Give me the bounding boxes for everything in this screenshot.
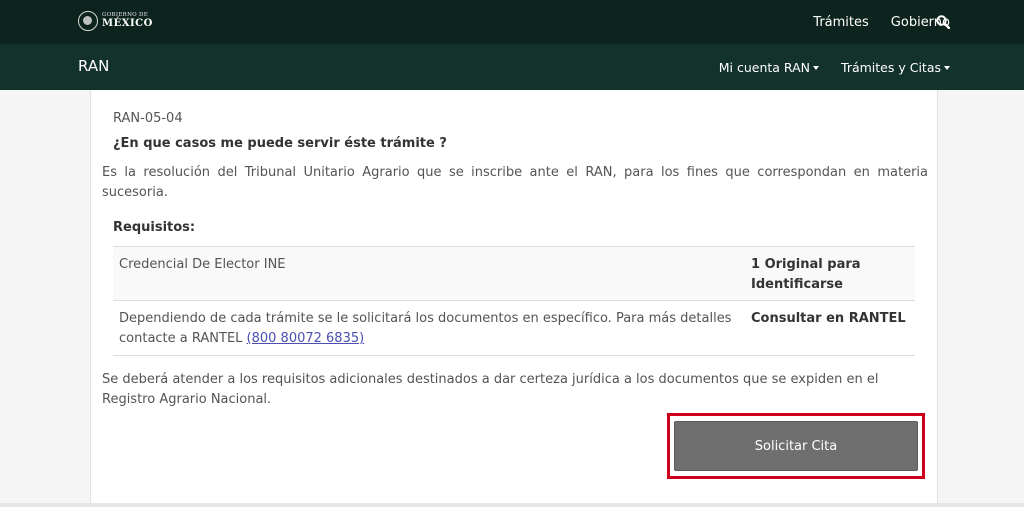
procedure-description: Es la resolución del Tribunal Unitario A… <box>102 165 928 200</box>
ran-nav-bar: RAN Mi cuenta RAN Trámites y Citas <box>0 44 1024 90</box>
tramites-y-citas-label: Trámites y Citas <box>841 59 941 75</box>
table-row: Credencial De Elector INE 1 Original par… <box>113 246 915 300</box>
tramites-y-citas-menu[interactable]: Trámites y Citas <box>841 60 950 75</box>
government-nav: Trámites Gobierno <box>791 0 950 44</box>
highlight-frame: Solicitar Cita <box>667 413 925 479</box>
ran-nav: Mi cuenta RAN Trámites y Citas <box>697 44 950 90</box>
search-icon[interactable] <box>936 15 950 29</box>
requirement-document: Credencial De Elector INE <box>119 257 286 272</box>
caret-down-icon <box>944 66 950 70</box>
question-heading: ¿En que casos me puede servir éste trámi… <box>113 136 447 151</box>
seal-icon <box>78 11 98 31</box>
mi-cuenta-ran-label: Mi cuenta RAN <box>718 59 811 75</box>
mi-cuenta-ran-menu[interactable]: Mi cuenta RAN <box>718 59 820 75</box>
logo-line2: MÉXICO <box>102 18 153 30</box>
requirement-quantity: Consultar en RANTEL <box>751 311 906 326</box>
requirement-document-text: Dependiendo de cada trámite se le solici… <box>119 311 732 346</box>
rantel-phone-link[interactable]: (800 80072 6835) <box>247 331 365 346</box>
table-row: Dependiendo de cada trámite se le solici… <box>113 300 915 356</box>
content-panel: RAN-05-04 ¿En que casos me puede servir … <box>90 90 938 507</box>
requirement-document: Dependiendo de cada trámite se le solici… <box>113 301 749 355</box>
nav-tramites-link[interactable]: Trámites <box>813 15 869 30</box>
additional-requirements-note: Se deberá atender a los requisitos adici… <box>102 372 879 407</box>
requirements-table: Credencial De Elector INE 1 Original par… <box>113 246 915 356</box>
bottom-strip <box>0 503 1024 507</box>
gobierno-de-mexico-logo[interactable]: GOBIERNO DE MÉXICO <box>78 10 153 32</box>
government-top-bar: GOBIERNO DE MÉXICO Trámites Gobierno <box>0 0 1024 44</box>
caret-down-icon <box>813 66 820 70</box>
site-title[interactable]: RAN <box>78 57 109 75</box>
requirement-quantity: 1 Original para Identificarse <box>751 257 861 292</box>
requirements-heading: Requisitos: <box>113 220 196 235</box>
solicitar-cita-button[interactable]: Solicitar Cita <box>674 421 918 471</box>
procedure-code: RAN-05-04 <box>113 111 183 126</box>
